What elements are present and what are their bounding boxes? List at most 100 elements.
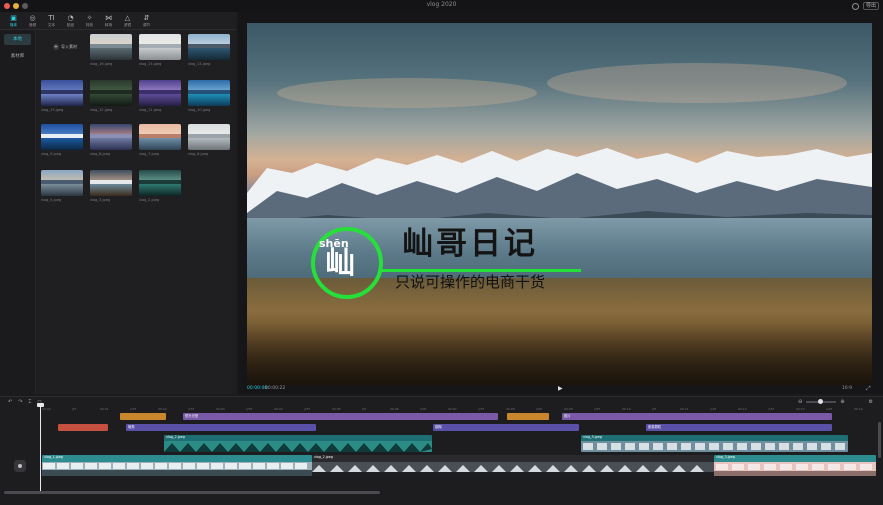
media-item-name: vlog_9.jpeg xyxy=(41,152,62,156)
zoom-in-icon[interactable]: ⊕ xyxy=(840,399,844,405)
ruler-tick: |20f xyxy=(826,407,832,411)
timeline-horizontal-scrollbar[interactable] xyxy=(4,491,380,494)
zoom-slider-knob[interactable] xyxy=(818,399,824,404)
media-thumbnail xyxy=(41,124,83,150)
clip-name: vlog_5.jpeg xyxy=(583,435,602,439)
effect-clip[interactable]: 胶片 xyxy=(562,413,832,420)
timeline-vertical-scrollbar[interactable] xyxy=(878,422,881,458)
timeline-ruler[interactable]: 00:00 |5f 00:01 |10f 00:02 |15f 00:03 |2… xyxy=(42,406,883,412)
playhead[interactable] xyxy=(40,407,41,493)
tab-media[interactable]: ▣ 媒体 xyxy=(4,12,23,30)
title-bar-actions: 导出 xyxy=(851,2,879,10)
media-item[interactable]: vlog_6.jpeg xyxy=(188,124,230,156)
play-icon[interactable]: ▶ xyxy=(558,385,563,392)
tab-adjust-label: 调节 xyxy=(142,23,151,27)
ruler-tick: |10f xyxy=(130,407,136,411)
ruler-tick: 00:07 xyxy=(448,407,457,411)
ruler-tick: |5f xyxy=(72,407,76,411)
media-item-name: vlog_5.jpeg xyxy=(41,198,62,202)
media-item[interactable]: vlog_16.jpeg xyxy=(90,34,132,66)
media-item[interactable]: vlog_12.jpeg xyxy=(90,80,132,112)
media-thumbnail xyxy=(188,34,230,60)
media-item-name: vlog_14.jpeg xyxy=(188,62,211,66)
video-editor-app: vlog 2020 导出 ▣ 媒体 ◎ 音频 TI 文本 ◔ 贴纸 ✧ 特效 ⋈ xyxy=(0,0,883,505)
preview-canvas[interactable]: shēn 屾 屾哥日记 只说可操作的电商干货 xyxy=(247,23,872,385)
aspect-ratio-select[interactable]: 16:9 xyxy=(842,386,852,391)
import-media-button[interactable]: + 导入素材 xyxy=(44,34,86,60)
ruler-tick: |5f xyxy=(362,407,366,411)
settings-icon[interactable] xyxy=(851,2,859,10)
main-video-clip[interactable]: vlog_2.jpeg xyxy=(312,455,714,476)
media-thumbnail xyxy=(139,124,181,150)
tab-filter[interactable]: △ 滤镜 xyxy=(118,12,137,30)
preview-foreground xyxy=(247,323,872,385)
ruler-tick: 00:13 xyxy=(796,407,805,411)
ruler-tick: 00:06 xyxy=(390,407,399,411)
undo-icon[interactable]: ↶ xyxy=(8,399,12,405)
main-video-clip[interactable]: vlog_1.jpeg xyxy=(42,455,312,476)
watermark-title: 屾哥日记 xyxy=(402,226,538,262)
tab-effects[interactable]: ✧ 特效 xyxy=(80,12,99,30)
media-item-name: vlog_15.jpeg xyxy=(139,62,162,66)
ruler-tick: |10f xyxy=(710,407,716,411)
watermark-logo-glyph: 屾 xyxy=(325,246,355,281)
media-item[interactable]: vlog_5.jpeg xyxy=(41,170,83,202)
zoom-slider[interactable] xyxy=(806,399,837,404)
tab-adjust[interactable]: ⇵ 调节 xyxy=(137,12,156,30)
main-video-clip[interactable]: vlog_3.jpeg xyxy=(714,455,876,476)
overlay-video-clip[interactable]: vlog_5.jpeg xyxy=(581,435,848,452)
media-categories: 本地 素材库 xyxy=(0,30,36,394)
ruler-tick: |15f xyxy=(188,407,194,411)
main-track-icon[interactable] xyxy=(14,460,26,472)
tab-audio[interactable]: ◎ 音频 xyxy=(23,12,42,30)
split-icon[interactable]: ⌶ xyxy=(28,399,31,405)
media-item[interactable]: vlog_14.jpeg xyxy=(188,34,230,66)
export-button[interactable]: 导出 xyxy=(862,2,879,10)
zoom-out-icon[interactable]: ⊖ xyxy=(798,399,802,405)
overlay-video-clip[interactable]: vlog_2.jpeg xyxy=(164,435,432,452)
redo-icon[interactable]: ↷ xyxy=(18,399,22,405)
asset-toolbar: ▣ 媒体 ◎ 音频 TI 文本 ◔ 贴纸 ✧ 特效 ⋈ 转场 △ 滤镜 ⇵ 调节 xyxy=(0,12,236,30)
clip-name: vlog_2.jpeg xyxy=(166,435,185,439)
clip-name: vlog_2.jpeg xyxy=(314,455,333,459)
media-item[interactable]: vlog_2.jpeg xyxy=(139,170,181,202)
tab-sticker[interactable]: ◔ 贴纸 xyxy=(61,12,80,30)
media-item[interactable]: vlog_15.jpeg xyxy=(139,34,181,66)
category-local[interactable]: 本地 xyxy=(4,34,31,45)
tab-audio-label: 音频 xyxy=(28,23,37,27)
media-item[interactable]: vlog_10.jpeg xyxy=(188,80,230,112)
effect-clip[interactable] xyxy=(120,413,166,420)
window-title: vlog 2020 xyxy=(426,1,457,8)
tab-effects-label: 特效 xyxy=(85,23,94,27)
tab-text[interactable]: TI 文本 xyxy=(42,12,61,30)
audio-icon: ◎ xyxy=(29,14,36,22)
media-item[interactable]: vlog_8.jpeg xyxy=(90,124,132,156)
effect-clip[interactable]: 镜头光晕 xyxy=(183,413,498,420)
ruler-tick: |15f xyxy=(768,407,774,411)
watermark-underline xyxy=(381,269,581,272)
effect-clip[interactable]: 胶卷颗粒 xyxy=(646,424,832,431)
media-item-name: vlog_11.jpeg xyxy=(139,108,162,112)
effect-clip[interactable]: 暗角 xyxy=(126,424,316,431)
media-item-name: vlog_6.jpeg xyxy=(188,152,209,156)
media-item-name: vlog_7.jpeg xyxy=(139,152,160,156)
media-thumbnail xyxy=(139,80,181,106)
media-item[interactable]: vlog_7.jpeg xyxy=(139,124,181,156)
media-thumbnail xyxy=(188,124,230,150)
media-item[interactable]: vlog_9.jpeg xyxy=(41,124,83,156)
ruler-tick: 00:05 xyxy=(332,407,341,411)
fullscreen-icon[interactable]: ⤢ xyxy=(866,385,871,393)
effect-clip[interactable] xyxy=(507,413,549,420)
timeline-settings-icon[interactable]: ⚙ xyxy=(869,399,873,405)
media-item-name: vlog_2.jpeg xyxy=(139,198,160,202)
category-library[interactable]: 素材库 xyxy=(4,51,31,62)
media-item[interactable]: vlog_3.jpeg xyxy=(90,170,132,202)
text-clip[interactable] xyxy=(58,424,108,431)
media-item-name: vlog_16.jpeg xyxy=(90,62,113,66)
media-item[interactable]: vlog_11.jpeg xyxy=(139,80,181,112)
tab-transition[interactable]: ⋈ 转场 xyxy=(99,12,118,30)
effect-clip[interactable]: 模糊 xyxy=(433,424,579,431)
media-item[interactable]: vlog_13.jpeg xyxy=(41,80,83,112)
media-item-name: vlog_12.jpeg xyxy=(90,108,113,112)
ruler-tick: 00:10 xyxy=(622,407,631,411)
